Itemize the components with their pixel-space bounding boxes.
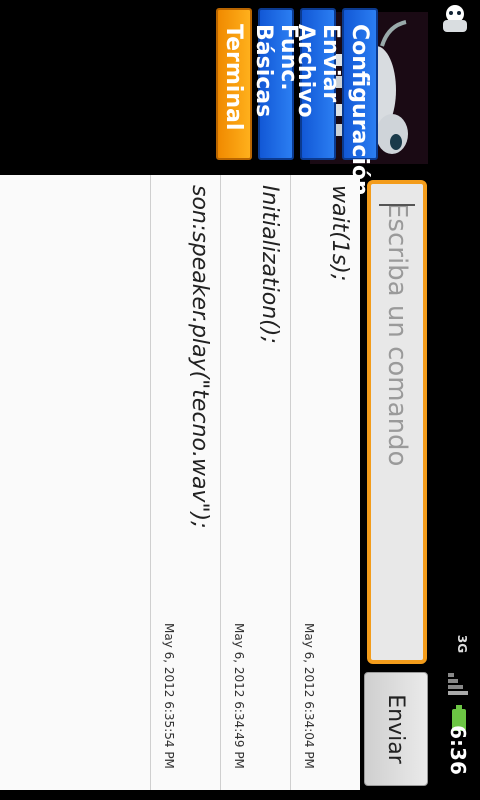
app-screen: Configuración Enviar Archivo Func. Básic… xyxy=(0,0,480,800)
command-input[interactable]: Escriba un comando xyxy=(367,180,427,664)
terminal-button[interactable]: Terminal xyxy=(216,8,252,160)
text-caret xyxy=(379,204,415,206)
send-file-button[interactable]: Enviar Archivo xyxy=(293,8,343,160)
log-timestamp: May 6, 2012 6:34:04 PM xyxy=(302,623,316,769)
log-row[interactable]: Initialization(); May 6, 2012 6:34:49 PM xyxy=(220,175,290,790)
config-button[interactable]: Configuración xyxy=(342,8,378,196)
log-timestamp: May 6, 2012 6:35:54 PM xyxy=(162,623,176,769)
send-button[interactable]: Enviar xyxy=(364,672,428,786)
signal-icon xyxy=(448,673,470,695)
command-log[interactable]: wait(1s); May 6, 2012 6:34:04 PM Initial… xyxy=(0,175,360,790)
log-row[interactable]: wait(1s); May 6, 2012 6:34:04 PM xyxy=(290,175,360,790)
log-command: Initialization(); xyxy=(257,185,282,344)
basic-functions-button[interactable]: Func. Básicas xyxy=(251,8,301,160)
status-bar: 3G 6:36 xyxy=(435,0,480,800)
notification-robot-icon[interactable] xyxy=(435,0,475,40)
log-command: wait(1s); xyxy=(327,185,352,282)
log-timestamp: May 6, 2012 6:34:49 PM xyxy=(232,623,246,769)
log-command: son:speaker.play("tecno.wav"); xyxy=(187,185,212,529)
log-row[interactable]: son:speaker.play("tecno.wav"); May 6, 20… xyxy=(150,175,220,790)
network-type: 3G xyxy=(455,634,469,654)
clock-time: 6:36 xyxy=(446,725,470,775)
command-placeholder: Escriba un comando xyxy=(382,202,412,467)
